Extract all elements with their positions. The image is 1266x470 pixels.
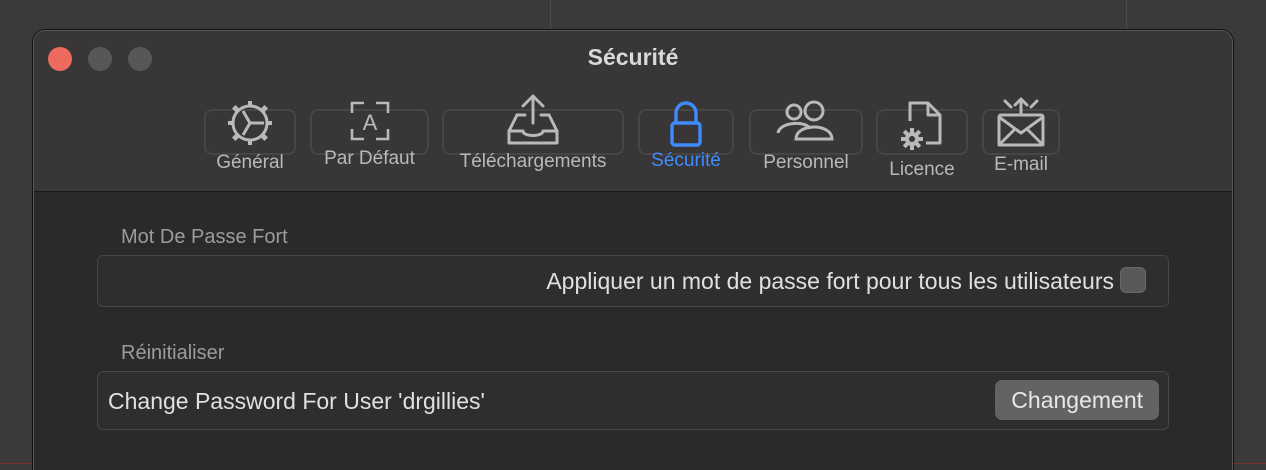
reset-section-label: Réinitialiser — [121, 342, 225, 364]
tab-licence[interactable]: Licence — [876, 91, 968, 187]
tab-email[interactable]: E-mail — [982, 91, 1060, 187]
tab-label: Téléchargements — [459, 151, 607, 172]
people-icon — [776, 100, 834, 141]
desktop-accent-line — [0, 463, 34, 464]
settings-content: Mot De Passe Fort Appliquer un mot de pa… — [34, 192, 1232, 470]
change-password-button[interactable]: Changement — [995, 380, 1159, 420]
text-frame-icon: A — [350, 101, 389, 141]
strong-password-section-label: Mot De Passe Fort — [121, 226, 288, 248]
tab-personnel[interactable]: Personnel — [749, 91, 863, 187]
tab-general[interactable]: Général — [204, 91, 296, 187]
svg-text:A: A — [362, 110, 377, 135]
change-password-description: Change Password For User 'drgillies' — [108, 388, 485, 414]
tray-upload-icon — [507, 94, 559, 145]
tab-label: E-mail — [994, 154, 1048, 175]
desktop-background: Sécurité Général A Par Défaut Télécharge… — [0, 0, 1266, 470]
window-toolbar: Sécurité Général A Par Défaut Télécharge… — [34, 31, 1232, 192]
document-gear-icon — [901, 101, 942, 150]
strong-password-group: Appliquer un mot de passe fort pour tous… — [97, 255, 1169, 307]
reset-group: Change Password For User 'drgillies' Cha… — [97, 371, 1169, 430]
preferences-window: Sécurité Général A Par Défaut Télécharge… — [33, 30, 1233, 470]
strong-password-checkbox-label[interactable]: Appliquer un mot de passe fort pour tous… — [546, 268, 1114, 295]
window-title: Sécurité — [587, 44, 679, 70]
desktop-divider — [1126, 0, 1127, 30]
gear-icon — [228, 101, 272, 145]
envelope-icon — [997, 97, 1045, 147]
tab-securite[interactable]: Sécurité — [638, 91, 734, 187]
strong-password-checkbox[interactable] — [1120, 267, 1146, 293]
tab-telechargements[interactable]: Téléchargements — [442, 91, 624, 187]
desktop-accent-line — [1230, 463, 1266, 464]
lock-icon — [670, 101, 702, 147]
tab-par-defaut[interactable]: A Par Défaut — [310, 91, 429, 187]
desktop-divider — [550, 0, 551, 30]
